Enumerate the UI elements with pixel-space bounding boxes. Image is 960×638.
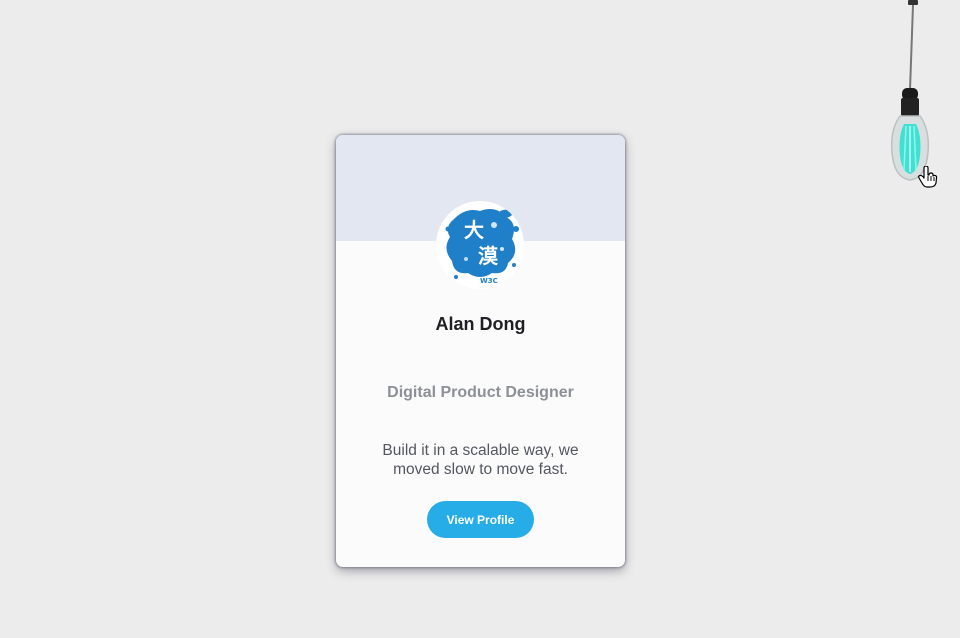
avatar-char-bottom: 漠	[478, 244, 499, 268]
ink-splash-logo-icon: 大 漠 W3C	[436, 201, 524, 289]
profile-bio-line-2: moved slow to move fast.	[393, 461, 568, 478]
page: { "profile": { "name": "Alan Dong", "tit…	[0, 0, 960, 638]
profile-name: Alan Dong	[435, 314, 526, 334]
avatar-char-top: 大	[464, 218, 484, 242]
avatar-caption: W3C	[480, 277, 498, 285]
hand-pointer-icon	[918, 166, 938, 188]
profile-bio: Build it in a scalable way, we moved slo…	[366, 441, 595, 479]
avatar: 大 漠 W3C	[436, 201, 524, 289]
profile-title: Digital Product Designer	[387, 384, 574, 401]
view-profile-button[interactable]: View Profile	[427, 501, 534, 538]
profile-bio-line-1: Build it in a scalable way, we	[382, 442, 579, 459]
profile-card: 大 漠 W3C Alan Dong Digital Product Design…	[336, 135, 625, 567]
